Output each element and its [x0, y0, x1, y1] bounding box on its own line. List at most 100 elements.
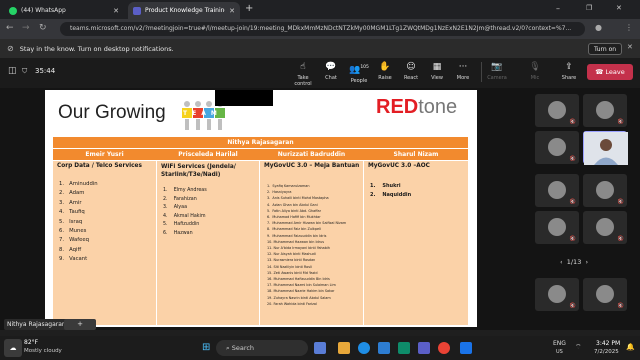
- back-icon[interactable]: ←: [6, 23, 14, 33]
- group-label: MyGovUC 3.0 – Meja Bantuan: [264, 163, 360, 169]
- participant-tile[interactable]: 🔇: [535, 278, 579, 311]
- list-item: 3. Amir: [59, 199, 82, 206]
- leave-button[interactable]: ☎ Leave: [587, 64, 633, 80]
- more-icon: ···: [458, 62, 468, 72]
- list-item: 1. Elmy Andreas: [163, 188, 207, 193]
- react-button[interactable]: ☺ React: [398, 62, 424, 81]
- clock-time[interactable]: 3:42 PM: [596, 340, 620, 347]
- mic-off-icon: 🔇: [569, 236, 576, 242]
- reload-icon[interactable]: ↻: [39, 23, 47, 33]
- app-icon[interactable]: [398, 342, 410, 354]
- share-button[interactable]: ⇪ Share: [556, 62, 582, 81]
- avatar: [596, 285, 614, 303]
- region-indicator: US: [556, 349, 563, 355]
- avatar: [596, 181, 614, 199]
- avatar: [548, 285, 566, 303]
- avatar: [596, 218, 614, 236]
- participant-tile[interactable]: 🔇: [583, 278, 627, 311]
- meeting-timer: 35:44: [35, 67, 56, 75]
- list-item: 18. Muhammad Nazrie Hakim bin Sakar: [267, 289, 335, 294]
- mic-off-icon: 🔇: [569, 119, 576, 125]
- bell-icon[interactable]: 🔔: [626, 343, 635, 351]
- share-icon: ⇪: [565, 62, 573, 72]
- participant-tile[interactable]: 🔇: [583, 211, 627, 244]
- member-list: 1. Shukri 2. Naquiddin: [370, 182, 411, 199]
- search-box[interactable]: ⌕ Search: [216, 340, 308, 356]
- file-explorer-icon[interactable]: [338, 342, 350, 354]
- windows-start-icon[interactable]: ⊞: [202, 342, 210, 353]
- task-view-icon[interactable]: [314, 342, 326, 354]
- add-button[interactable]: +: [64, 319, 96, 330]
- weather-icon[interactable]: ☁: [4, 339, 22, 357]
- list-item: 2. Adam: [59, 190, 85, 197]
- list-item: 20. Farah Wahida binti Farizal: [267, 301, 317, 306]
- close-icon[interactable]: ✕: [627, 43, 633, 51]
- meeting-info-icon[interactable]: ◫: [8, 66, 17, 76]
- chrome-icon[interactable]: [438, 342, 450, 354]
- participant-tile[interactable]: 🔇: [583, 174, 627, 207]
- close-tab-icon[interactable]: ✕: [113, 7, 119, 15]
- menu-icon[interactable]: ⋮: [625, 23, 633, 32]
- taskbar: ☁ 82°F Mostly cloudy ⊞ ⌕ Search ENG US ⌔…: [0, 336, 640, 360]
- participant-tile[interactable]: 🔇: [535, 174, 579, 207]
- notification-bar: ⊘ Stay in the know. Turn on desktop noti…: [0, 39, 640, 58]
- list-item: 8. Aqiff: [59, 246, 82, 253]
- tab-teams[interactable]: Product Knowledge Training ✕: [128, 2, 240, 19]
- participant-tile[interactable]: 🔇: [535, 211, 579, 244]
- chat-button[interactable]: 💬 Chat: [318, 62, 344, 81]
- edge-icon[interactable]: [358, 342, 370, 354]
- participant-video-tile[interactable]: [583, 131, 628, 165]
- turn-on-button[interactable]: Turn on: [588, 43, 623, 55]
- list-item: 9. Vacant: [59, 256, 88, 263]
- teams-icon: [133, 6, 141, 15]
- grid-icon: ▦: [432, 62, 442, 72]
- member-list: 1. Syafiq Kamarulzaman 2. Hasniyayra 3. …: [267, 183, 346, 307]
- profile-icon[interactable]: ●: [595, 23, 602, 32]
- close-tab-icon[interactable]: ✕: [229, 7, 235, 15]
- pager: ‹ 1/13 ›: [560, 258, 589, 266]
- column-header: Sharul Nizam: [393, 151, 439, 158]
- mic-off-icon: 🔇: [569, 156, 576, 162]
- mic-off-icon: 🔇: [569, 303, 576, 309]
- address-bar-row: ← → ↻ teams.microsoft.com/v2/?meetingjoi…: [0, 19, 640, 39]
- avatar: [548, 101, 566, 119]
- clock-date: 7/2/2025: [594, 349, 619, 355]
- teams-taskbar-icon[interactable]: [418, 342, 430, 354]
- forward-icon[interactable]: →: [22, 23, 30, 33]
- take-control-button[interactable]: ☝ Take control: [290, 62, 316, 87]
- view-button[interactable]: ▦ View: [424, 62, 450, 81]
- people-button[interactable]: 👥105 People: [346, 62, 372, 84]
- tab-whatsapp[interactable]: (44) WhatsApp ✕: [4, 2, 124, 19]
- list-item: 4. Taufiq: [59, 209, 85, 216]
- raise-hand-button[interactable]: ✋ Raise: [372, 62, 398, 81]
- more-button[interactable]: ··· More: [450, 62, 476, 81]
- redaction-box: [215, 90, 273, 106]
- participant-tile[interactable]: 🔇: [535, 131, 579, 164]
- slide-title: Our Growing: [58, 102, 166, 123]
- url-field[interactable]: teams.microsoft.com/v2/?meetingjoin=true…: [60, 22, 585, 36]
- list-item: 1. Shukri: [370, 183, 401, 189]
- list-item: 4. Akmal Hakim: [163, 213, 206, 219]
- chevron-right-icon[interactable]: ›: [581, 258, 588, 266]
- hand-icon: ✋: [379, 62, 391, 72]
- camera-button[interactable]: 📷 Camera: [484, 62, 510, 81]
- notification-text: Stay in the know. Turn on desktop notifi…: [19, 44, 174, 53]
- participant-tile[interactable]: 🔇: [535, 94, 579, 127]
- outlook-icon[interactable]: [378, 342, 390, 354]
- maximize-button[interactable]: ❐: [586, 4, 592, 12]
- mic-off-icon: 🔇: [569, 199, 576, 205]
- participant-tile[interactable]: 🔇: [583, 94, 627, 127]
- column-header: Prisceleda Harilal: [178, 151, 238, 158]
- app-icon[interactable]: [460, 342, 472, 354]
- weather-temp: 82°F: [24, 339, 39, 346]
- chevron-left-icon[interactable]: ‹: [560, 258, 567, 266]
- wifi-icon[interactable]: ⌔: [575, 343, 582, 352]
- language-indicator[interactable]: ENG: [553, 340, 566, 347]
- lead-row: Nithya Rajasagaran: [53, 137, 468, 148]
- mic-button[interactable]: 🎙 Mic: [522, 62, 548, 81]
- close-window-button[interactable]: ✕: [616, 4, 622, 12]
- new-tab-button[interactable]: +: [245, 3, 253, 14]
- minimize-button[interactable]: –: [556, 4, 560, 13]
- meeting-toolbar: ◫ ⛉ 35:44 ☝ Take control 💬 Chat 👥105 People…: [0, 58, 640, 88]
- redtone-logo: REDtone: [376, 96, 458, 118]
